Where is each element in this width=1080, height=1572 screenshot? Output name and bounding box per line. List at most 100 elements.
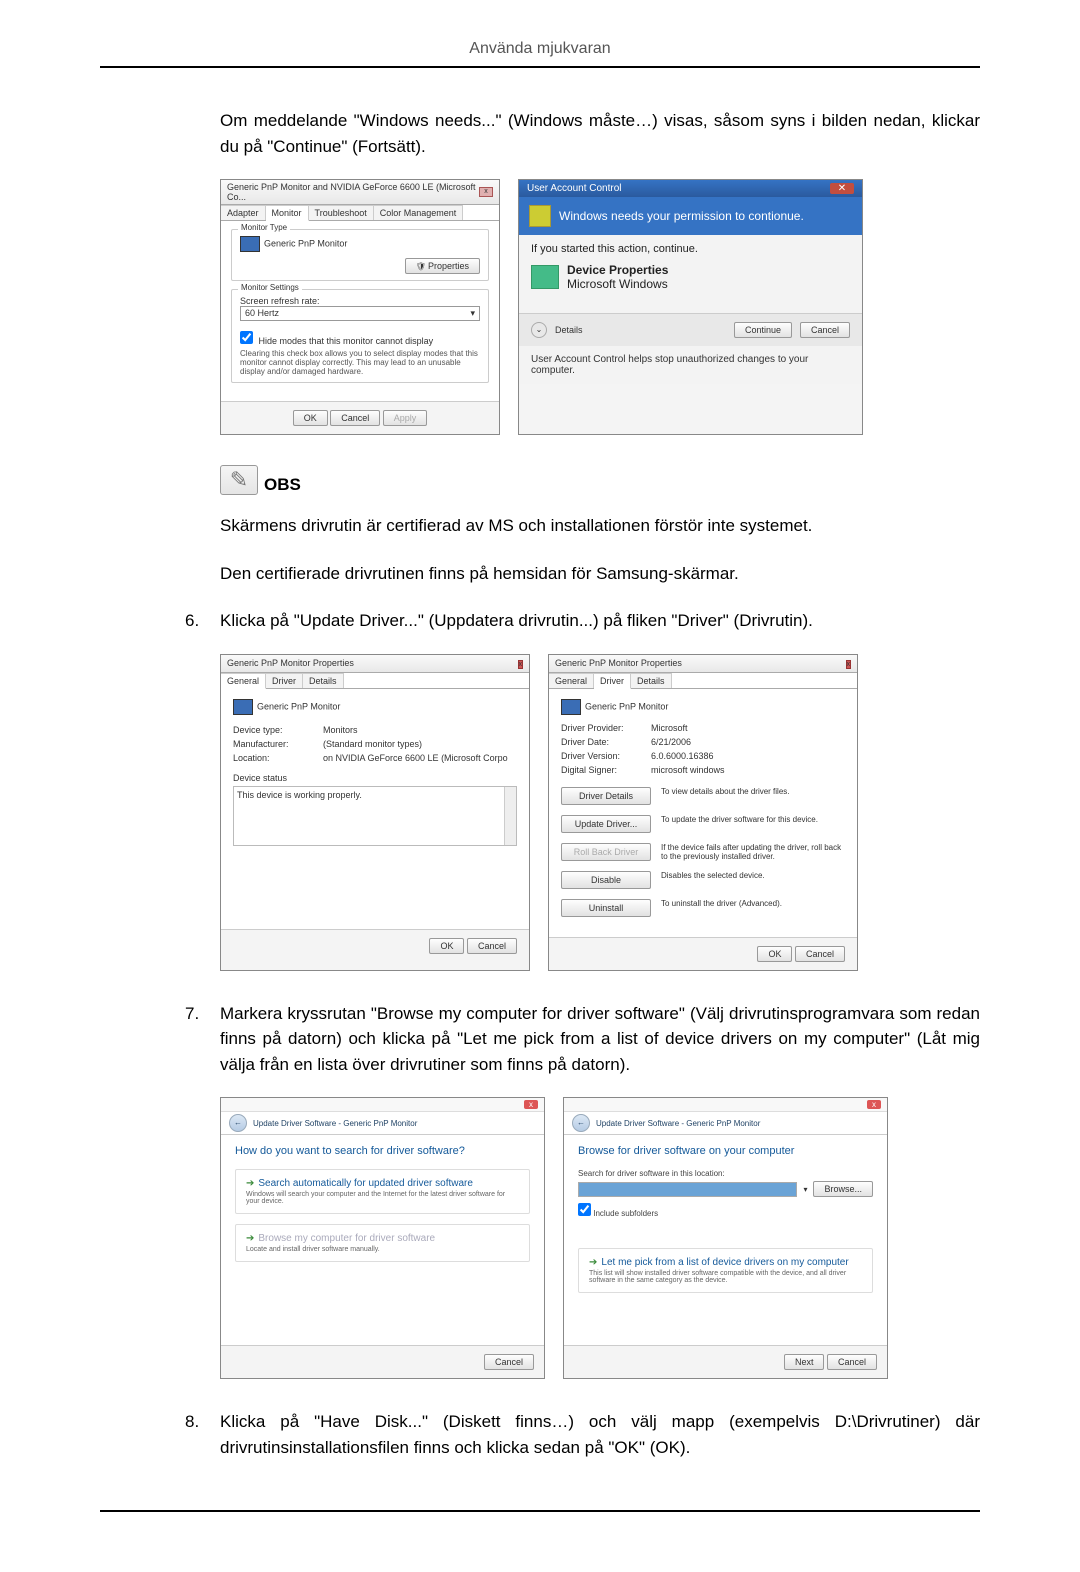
cancel-button[interactable]: Cancel: [795, 946, 845, 962]
device-type-label: Device type:: [233, 725, 323, 735]
uac-titlebar: User Account Control ✕: [519, 180, 862, 197]
cancel-button[interactable]: Cancel: [484, 1354, 534, 1370]
browse-computer-option[interactable]: ➔Browse my computer for driver software …: [235, 1224, 530, 1262]
close-icon[interactable]: x: [524, 1100, 538, 1109]
update-driver-button[interactable]: Update Driver...: [561, 815, 651, 833]
next-button[interactable]: Next: [784, 1354, 825, 1370]
monitor-settings-group: Monitor Settings Screen refresh rate: 60…: [231, 289, 489, 383]
chevron-down-icon: ▾: [470, 308, 475, 319]
uac-details-label[interactable]: Details: [555, 325, 583, 335]
include-subfolders-checkbox[interactable]: [578, 1203, 591, 1216]
note-icon: ✎: [220, 465, 258, 495]
properties-button[interactable]: Properties: [405, 258, 480, 274]
device-status-box: This device is working properly.: [233, 786, 517, 846]
rollback-driver-desc: If the device fails after updating the d…: [661, 843, 845, 861]
refresh-rate-select[interactable]: 60 Hertz ▾: [240, 306, 480, 321]
ok-button[interactable]: OK: [429, 938, 464, 954]
pnp-properties-general: Generic PnP Monitor Properties x General…: [220, 654, 530, 971]
arrow-icon: ➔: [246, 1178, 254, 1189]
uninstall-button[interactable]: Uninstall: [561, 899, 651, 917]
tab-driver[interactable]: Driver: [594, 673, 631, 689]
cancel-button[interactable]: Cancel: [827, 1354, 877, 1370]
driver-date-value: 6/21/2006: [651, 737, 845, 747]
tab-details[interactable]: Details: [303, 673, 344, 688]
driver-details-button[interactable]: Driver Details: [561, 787, 651, 805]
wizard-breadcrumb: Update Driver Software - Generic PnP Mon…: [596, 1119, 760, 1128]
back-button[interactable]: ←: [229, 1114, 247, 1132]
browse-button[interactable]: Browse...: [813, 1181, 873, 1197]
expand-icon[interactable]: ⌄: [531, 322, 547, 338]
search-location-label: Search for driver software in this locat…: [578, 1169, 873, 1178]
monitor-tabs: Adapter Monitor Troubleshoot Color Manag…: [221, 205, 499, 221]
back-button[interactable]: ←: [572, 1114, 590, 1132]
hide-modes-checkbox[interactable]: [240, 331, 253, 344]
uac-heading-band: Windows needs your permission to contion…: [519, 197, 862, 235]
step-7-text: Markera kryssrutan "Browse my computer f…: [220, 1001, 980, 1078]
uac-app-publisher: Microsoft Windows: [567, 277, 668, 291]
apply-button[interactable]: Apply: [383, 410, 428, 426]
driver-version-label: Driver Version:: [561, 751, 651, 761]
wizard-heading: How do you want to search for driver sof…: [235, 1145, 530, 1157]
let-me-pick-option[interactable]: ➔Let me pick from a list of device drive…: [578, 1248, 873, 1293]
rollback-driver-button[interactable]: Roll Back Driver: [561, 843, 651, 861]
device-status-value: This device is working properly.: [237, 790, 362, 800]
ok-button[interactable]: OK: [293, 410, 328, 426]
cancel-button[interactable]: Cancel: [800, 322, 850, 338]
shield-icon: [529, 205, 551, 227]
close-icon[interactable]: x: [846, 660, 852, 669]
scrollbar[interactable]: [504, 787, 516, 845]
device-type-value: Monitors: [323, 725, 517, 735]
let-me-pick-desc: This list will show installed driver sof…: [589, 1270, 862, 1284]
step-8-text: Klicka på "Have Disk..." (Diskett finns……: [220, 1409, 980, 1460]
hide-modes-desc: Clearing this check box allows you to se…: [240, 349, 480, 376]
cancel-button[interactable]: Cancel: [467, 938, 517, 954]
search-auto-desc: Windows will search your computer and th…: [246, 1191, 519, 1205]
step-6-text: Klicka på "Update Driver..." (Uppdatera …: [220, 608, 980, 634]
pnp-driver-title: Generic PnP Monitor Properties: [555, 658, 682, 669]
close-icon[interactable]: x: [867, 1100, 881, 1109]
location-value: on NVIDIA GeForce 6600 LE (Microsoft Cor…: [323, 753, 517, 763]
manufacturer-value: (Standard monitor types): [323, 739, 517, 749]
driver-details-desc: To view details about the driver files.: [661, 787, 845, 796]
search-auto-option[interactable]: ➔ Search automatically for updated driver…: [235, 1169, 530, 1214]
cancel-button[interactable]: Cancel: [330, 410, 380, 426]
monitor-dialog: Generic PnP Monitor and NVIDIA GeForce 6…: [220, 179, 500, 435]
tab-troubleshoot[interactable]: Troubleshoot: [309, 205, 374, 220]
tab-monitor[interactable]: Monitor: [266, 205, 309, 221]
page-bottom-rule: [100, 1510, 980, 1512]
screenshot-row-2: Generic PnP Monitor Properties x General…: [220, 654, 980, 971]
let-me-pick-title: Let me pick from a list of device driver…: [601, 1257, 848, 1268]
tab-details[interactable]: Details: [631, 673, 672, 688]
ok-button[interactable]: OK: [757, 946, 792, 962]
intro-paragraph: Om meddelande "Windows needs..." (Window…: [220, 108, 980, 159]
tab-general[interactable]: General: [221, 673, 266, 689]
tab-general[interactable]: General: [549, 673, 594, 688]
close-icon[interactable]: ✕: [830, 183, 854, 194]
window-controls[interactable]: x: [479, 187, 493, 197]
window-controls[interactable]: x: [846, 658, 852, 669]
step-8: 8. Klicka på "Have Disk..." (Diskett fin…: [185, 1409, 980, 1460]
screenshot-row-1: Generic PnP Monitor and NVIDIA GeForce 6…: [220, 179, 980, 435]
uninstall-desc: To uninstall the driver (Advanced).: [661, 899, 845, 908]
close-icon[interactable]: x: [518, 660, 524, 669]
arrow-icon: ➔: [246, 1233, 254, 1244]
continue-button[interactable]: Continue: [734, 322, 792, 338]
step-7-number: 7.: [185, 1001, 220, 1078]
disable-button[interactable]: Disable: [561, 871, 651, 889]
tab-driver[interactable]: Driver: [266, 673, 303, 688]
path-dropdown-icon[interactable]: ▾: [803, 1185, 807, 1194]
path-input[interactable]: [578, 1182, 797, 1197]
window-controls[interactable]: x: [518, 658, 524, 669]
close-icon[interactable]: x: [479, 187, 493, 197]
tab-color-management[interactable]: Color Management: [374, 205, 464, 220]
page-header: Använda mjukvaran: [100, 40, 980, 68]
step-8-number: 8.: [185, 1409, 220, 1460]
monitor-dialog-titlebar: Generic PnP Monitor and NVIDIA GeForce 6…: [221, 180, 499, 205]
uac-footer-text: User Account Control helps stop unauthor…: [519, 346, 862, 384]
include-subfolders-label: Include subfolders: [593, 1209, 658, 1218]
digital-signer-value: microsoft windows: [651, 765, 845, 775]
search-auto-title: Search automatically for updated driver …: [258, 1178, 473, 1189]
tab-adapter[interactable]: Adapter: [221, 205, 266, 220]
update-driver-wizard-browse: x ← Update Driver Software - Generic PnP…: [563, 1097, 888, 1379]
monitor-settings-label: Monitor Settings: [238, 283, 302, 292]
